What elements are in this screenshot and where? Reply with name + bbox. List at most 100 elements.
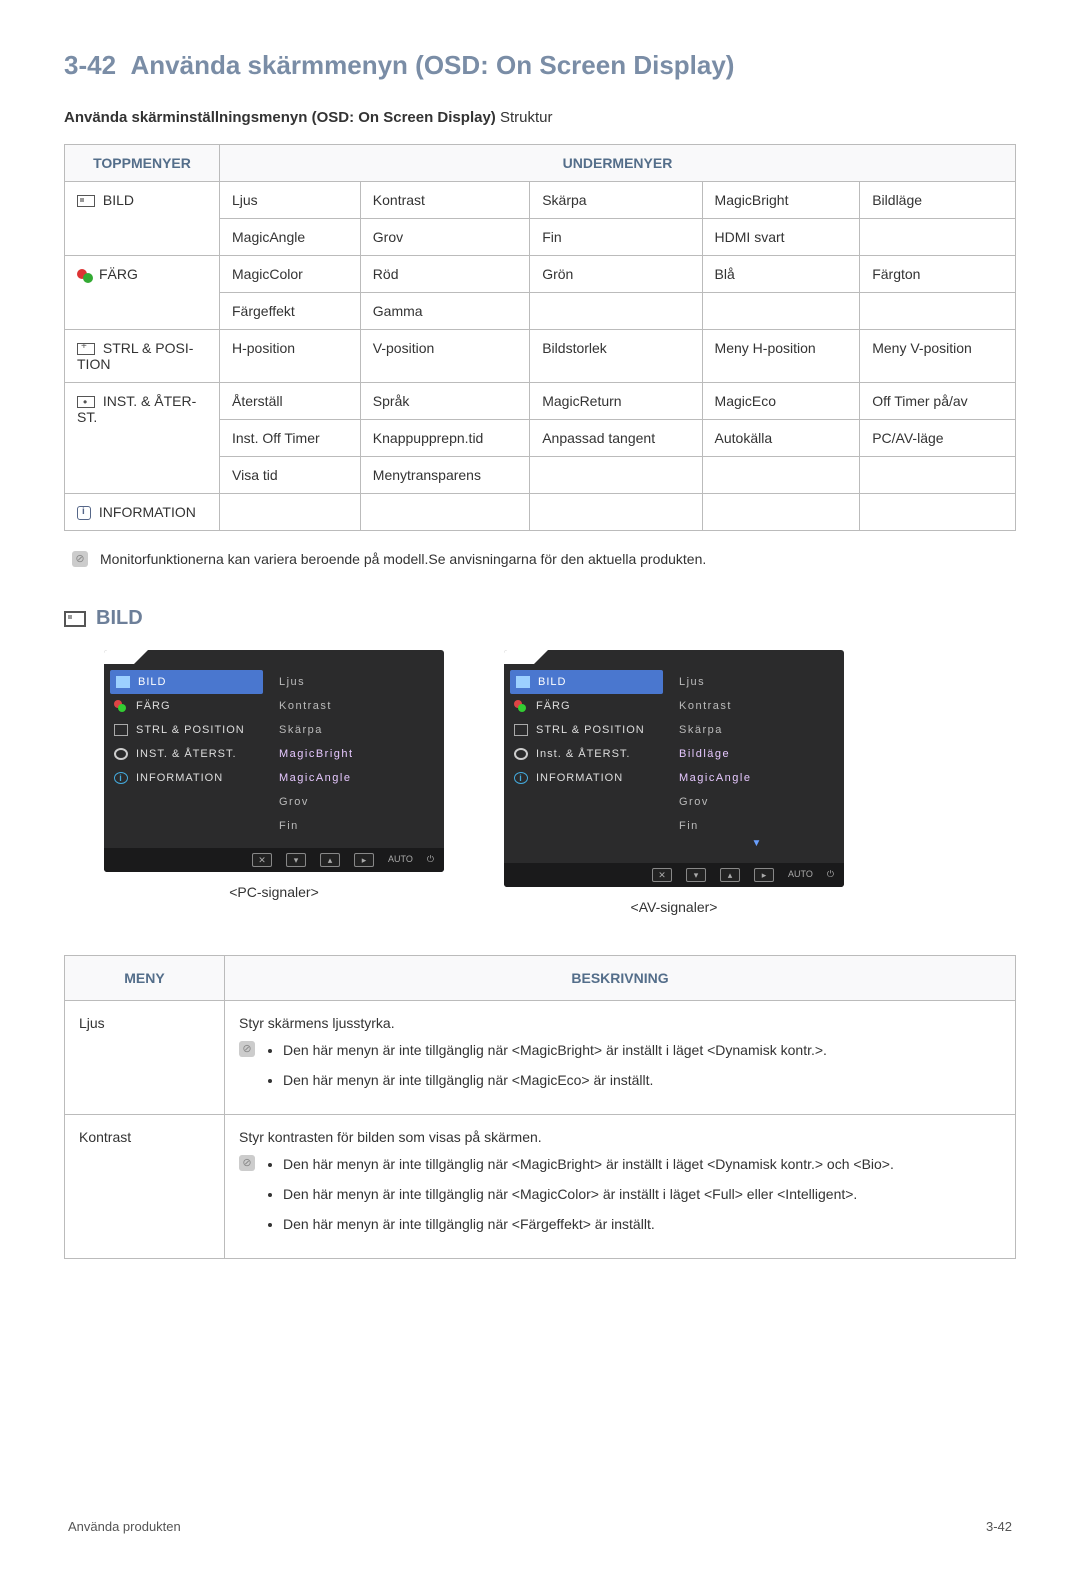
auto-label: AUTO xyxy=(788,868,813,882)
cell xyxy=(530,293,702,330)
cell: Blå xyxy=(702,256,860,293)
osd-footer: ✕ ▾ ▴ ▸ AUTO ⏻ xyxy=(504,863,844,887)
desc-bullet: Den här menyn är inte tillgänglig när <M… xyxy=(283,1071,827,1091)
cell: Visa tid xyxy=(220,457,361,494)
cell: HDMI svart xyxy=(702,219,860,256)
cell: Menytransparens xyxy=(360,457,529,494)
subheading: Använda skärminställningsmenyn (OSD: On … xyxy=(64,109,1016,126)
cell: Gamma xyxy=(360,293,529,330)
cell xyxy=(702,457,860,494)
desc-bullet: Den här menyn är inte tillgänglig när <M… xyxy=(283,1185,894,1205)
cell: Färgeffekt xyxy=(220,293,361,330)
osd-item: Ljus xyxy=(269,670,444,694)
right-icon: ▸ xyxy=(354,853,374,867)
settings-icon xyxy=(114,748,128,760)
position-icon xyxy=(114,724,128,736)
cell xyxy=(220,494,361,531)
note-icon: ⊘ xyxy=(72,551,88,567)
cell: Bildläge xyxy=(860,182,1016,219)
osd-footer: ✕ ▾ ▴ ▸ AUTO ⏻ xyxy=(104,848,444,872)
cell: Ljus xyxy=(220,182,361,219)
up-icon: ▴ xyxy=(720,868,740,882)
down-icon: ▾ xyxy=(286,853,306,867)
osd-item: Grov xyxy=(669,790,844,814)
osd-sidebar-farg: FÄRG xyxy=(504,694,669,718)
picture-icon xyxy=(516,676,530,688)
color-icon xyxy=(114,700,128,712)
close-icon: ✕ xyxy=(652,868,672,882)
osd-sidebar-farg: FÄRG xyxy=(104,694,269,718)
cell: Röd xyxy=(360,256,529,293)
cell: Off Timer på/av xyxy=(860,383,1016,420)
note-icon: ⊘ xyxy=(239,1155,255,1171)
cell: MagicColor xyxy=(220,256,361,293)
info-icon xyxy=(77,506,91,520)
col-header-beskrivning: BESKRIVNING xyxy=(225,956,1016,1001)
picture-icon xyxy=(77,195,95,207)
power-icon: ⏻ xyxy=(827,868,834,882)
close-icon: ✕ xyxy=(252,853,272,867)
osd-item: Kontrast xyxy=(269,694,444,718)
section-title-bild: BILD xyxy=(64,607,1016,630)
osd-structure-table: TOPPMENYER UNDERMENYER BILD Ljus Kontras… xyxy=(64,144,1016,531)
osd-sidebar-bild: BILD xyxy=(110,670,263,694)
cell xyxy=(530,494,702,531)
cell xyxy=(860,219,1016,256)
picture-icon xyxy=(64,611,86,627)
topmenu-farg: FÄRG xyxy=(65,256,220,330)
osd-caption-pc: <PC-signaler> xyxy=(104,884,444,900)
osd-screenshot-pc: BILD FÄRG STRL & POSITION INST. & ÅTERST… xyxy=(104,650,444,872)
cell: Kontrast xyxy=(360,182,529,219)
desc-meny-kontrast: Kontrast xyxy=(65,1115,225,1259)
topmenu-info: INFORMA­TION xyxy=(65,494,220,531)
cell xyxy=(702,494,860,531)
osd-sidebar-info: iINFORMATION xyxy=(504,766,669,790)
settings-icon xyxy=(514,748,528,760)
desc-bullet: Den här menyn är inte tillgänglig när <M… xyxy=(283,1041,827,1061)
osd-item: Grov xyxy=(269,790,444,814)
col-header-undermenyer: UNDERMENYER xyxy=(220,145,1016,182)
topmenu-bild: BILD xyxy=(65,182,220,256)
cell: Skärpa xyxy=(530,182,702,219)
page-title: 3-42 Använda skärmmenyn (OSD: On Screen … xyxy=(64,50,1016,81)
cell xyxy=(860,457,1016,494)
desc-bullet: Den här menyn är inte tillgänglig när <M… xyxy=(283,1155,894,1175)
cell: Meny H-position xyxy=(702,330,860,383)
osd-caption-av: <AV-signaler> xyxy=(504,899,844,915)
cell xyxy=(860,293,1016,330)
cell: MagicBright xyxy=(702,182,860,219)
desc-intro: Styr skärmens ljusstyrka. xyxy=(239,1015,1001,1031)
osd-item: Fin xyxy=(669,814,844,838)
note-text: Monitorfunktionerna kan variera beroende… xyxy=(100,551,706,567)
osd-item: Ljus xyxy=(669,670,844,694)
topmenu-strl: STRL & POSI­TION xyxy=(65,330,220,383)
cell xyxy=(702,293,860,330)
cell: Anpassad tangent xyxy=(530,420,702,457)
cell: MagicEco xyxy=(702,383,860,420)
osd-screenshot-av: BILD FÄRG STRL & POSITION Inst. & ÅTERST… xyxy=(504,650,844,887)
osd-item: MagicAngle xyxy=(269,766,444,790)
osd-sidebar-inst: INST. & ÅTERST. xyxy=(104,742,269,766)
osd-sidebar-strl: STRL & POSITION xyxy=(504,718,669,742)
cell: PC/AV-läge xyxy=(860,420,1016,457)
position-icon xyxy=(77,343,95,355)
cell: Grön xyxy=(530,256,702,293)
cell xyxy=(860,494,1016,531)
cell xyxy=(360,494,529,531)
description-table: MENY BESKRIVNING Ljus Styr skärmens ljus… xyxy=(64,955,1016,1259)
osd-sidebar-bild: BILD xyxy=(510,670,663,694)
color-icon xyxy=(77,269,95,281)
desc-meny-ljus: Ljus xyxy=(65,1001,225,1115)
cell: Färgton xyxy=(860,256,1016,293)
osd-item: Skärpa xyxy=(269,718,444,742)
desc-bullet: Den här menyn är inte tillgänglig när <F… xyxy=(283,1215,894,1235)
cell xyxy=(530,457,702,494)
cell: H-position xyxy=(220,330,361,383)
osd-item: MagicBright xyxy=(269,742,444,766)
color-icon xyxy=(514,700,528,712)
note: ⊘ Monitorfunktionerna kan variera beroen… xyxy=(72,551,1016,567)
osd-sidebar-strl: STRL & POSITION xyxy=(104,718,269,742)
osd-item: Fin xyxy=(269,814,444,838)
note-icon: ⊘ xyxy=(239,1041,255,1057)
right-icon: ▸ xyxy=(754,868,774,882)
